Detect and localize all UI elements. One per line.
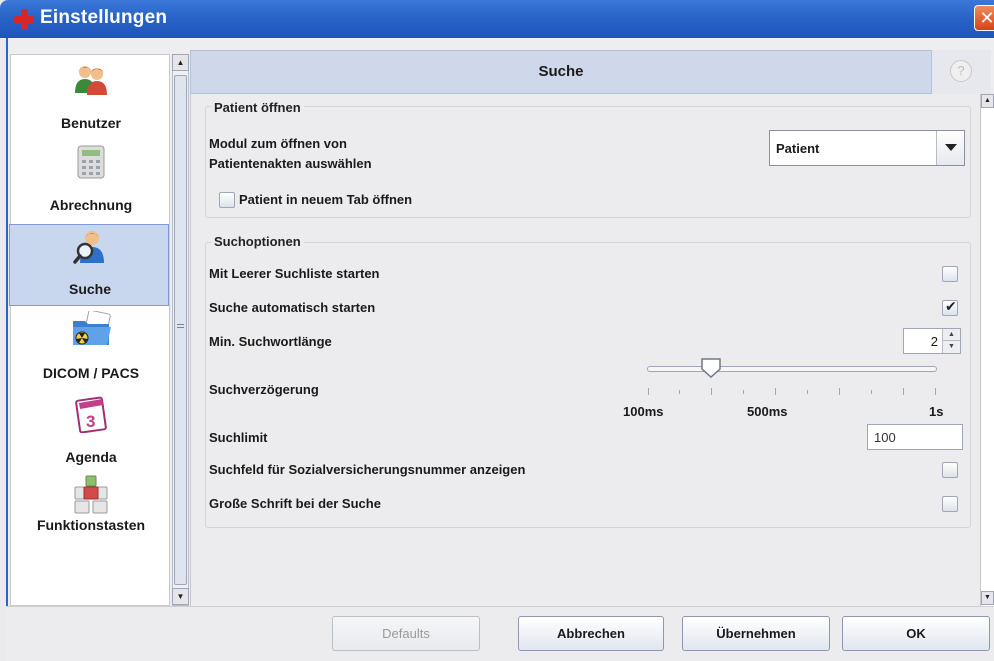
limit-input[interactable] bbox=[867, 424, 963, 450]
nav-scrollbar[interactable]: ▲ ▼ bbox=[172, 54, 189, 606]
settings-nav: Benutzer Abrechnung Suche DICOM / PACS 3… bbox=[9, 54, 171, 606]
settings-window: Einstellungen ✕ Benutzer Abrechnung Such… bbox=[0, 0, 994, 661]
search-options-group-title: Suchoptionen bbox=[211, 234, 304, 249]
nav-item-benutzer[interactable]: Benutzer bbox=[11, 59, 171, 139]
slider-tick bbox=[871, 390, 872, 394]
limit-label: Suchlimit bbox=[209, 430, 268, 445]
nav-item-label: DICOM / PACS bbox=[42, 365, 140, 381]
slider-tick bbox=[648, 388, 649, 395]
slider-tick-label: 100ms bbox=[623, 404, 664, 419]
patient-open-group-title: Patient öffnen bbox=[211, 100, 304, 115]
close-button[interactable]: ✕ bbox=[974, 5, 994, 31]
dicom-folder-icon bbox=[73, 311, 111, 345]
delay-label: Suchverzögerung bbox=[209, 382, 319, 397]
slider-tick bbox=[807, 390, 808, 394]
slider-tick bbox=[935, 388, 936, 395]
ssn-field-checkbox[interactable] bbox=[942, 462, 958, 478]
delay-slider-track[interactable] bbox=[647, 366, 937, 372]
auto-start-label: Suche automatisch starten bbox=[209, 300, 376, 315]
module-label-line2: Patientenakten auswählen bbox=[209, 156, 372, 171]
slider-tick bbox=[839, 388, 840, 395]
nav-item-abrechnung[interactable]: Abrechnung bbox=[11, 141, 171, 223]
slider-tick bbox=[903, 388, 904, 395]
scroll-up-arrow-icon[interactable]: ▲ bbox=[172, 54, 189, 71]
scroll-down-arrow-icon[interactable]: ▼ bbox=[172, 588, 189, 605]
nav-item-label: Agenda bbox=[65, 449, 117, 465]
empty-list-checkbox[interactable] bbox=[942, 266, 958, 282]
nav-item-suche[interactable]: Suche bbox=[9, 224, 169, 306]
ok-button[interactable]: OK bbox=[842, 616, 990, 651]
section-header: Suche ? bbox=[190, 50, 991, 94]
chevron-down-icon[interactable] bbox=[936, 131, 964, 165]
nav-item-label: Funktionstasten bbox=[36, 517, 146, 533]
help-button[interactable]: ? bbox=[931, 50, 991, 94]
nav-item-agenda[interactable]: 3 Agenda bbox=[11, 391, 171, 473]
min-length-spinner[interactable]: 2 ▲ ▼ bbox=[903, 328, 961, 354]
spinner-down-icon[interactable]: ▼ bbox=[942, 341, 960, 353]
content-scrollbar[interactable]: ▲ ▼ bbox=[980, 94, 994, 606]
red-cross-icon bbox=[14, 9, 34, 29]
calendar-icon: 3 bbox=[75, 396, 107, 433]
scroll-down-arrow-icon[interactable]: ▼ bbox=[981, 591, 994, 605]
window-title: Einstellungen bbox=[40, 7, 168, 28]
nav-item-label: Suche bbox=[68, 281, 111, 297]
defaults-button[interactable]: Defaults bbox=[332, 616, 480, 651]
function-keys-icon bbox=[74, 475, 108, 514]
module-label-line1: Modul zum öffnen von bbox=[209, 136, 347, 151]
svg-text:3: 3 bbox=[86, 412, 95, 431]
new-tab-label: Patient in neuem Tab öffnen bbox=[239, 192, 413, 207]
large-font-checkbox[interactable] bbox=[942, 496, 958, 512]
delay-slider-thumb[interactable] bbox=[701, 358, 721, 378]
search-user-icon bbox=[73, 231, 104, 264]
section-title: Suche bbox=[538, 63, 584, 80]
min-length-value: 2 bbox=[930, 334, 938, 349]
scroll-thumb[interactable] bbox=[174, 75, 187, 585]
nav-item-funktionstasten[interactable]: Funktionstasten bbox=[11, 475, 171, 555]
large-font-label: Große Schrift bei der Suche bbox=[209, 496, 381, 511]
module-select-value: Patient bbox=[776, 141, 820, 156]
auto-start-checkbox[interactable]: ✔ bbox=[942, 298, 958, 316]
cancel-button[interactable]: Abbrechen bbox=[518, 616, 664, 651]
min-length-label: Min. Suchwortlänge bbox=[209, 334, 332, 349]
new-tab-checkbox[interactable] bbox=[219, 192, 235, 208]
users-icon bbox=[75, 66, 107, 95]
slider-tick-label: 1s bbox=[929, 404, 944, 419]
limit-input-field[interactable] bbox=[868, 425, 962, 449]
slider-tick bbox=[711, 388, 712, 395]
title-bar: Einstellungen ✕ bbox=[0, 0, 994, 38]
empty-list-label: Mit Leerer Suchliste starten bbox=[209, 266, 380, 281]
slider-tick bbox=[743, 390, 744, 394]
spinner-up-icon[interactable]: ▲ bbox=[942, 329, 960, 341]
settings-content: Patient öffnen Modul zum öffnen von Pati… bbox=[190, 94, 980, 606]
slider-tick bbox=[775, 388, 776, 395]
search-options-group bbox=[205, 242, 971, 528]
checkmark-icon: ✔ bbox=[945, 298, 957, 314]
module-select[interactable]: Patient bbox=[769, 130, 965, 166]
calculator-icon bbox=[77, 145, 105, 179]
nav-item-dicom-pacs[interactable]: DICOM / PACS bbox=[11, 309, 171, 389]
scroll-up-arrow-icon[interactable]: ▲ bbox=[981, 94, 994, 108]
nav-item-label: Abrechnung bbox=[49, 197, 133, 213]
ssn-field-label: Suchfeld für Sozialversicherungsnummer a… bbox=[209, 462, 526, 477]
help-icon: ? bbox=[950, 60, 972, 82]
slider-tick-label: 500ms bbox=[747, 404, 788, 419]
nav-item-label: Benutzer bbox=[61, 115, 121, 131]
slider-tick bbox=[679, 390, 680, 394]
apply-button[interactable]: Übernehmen bbox=[682, 616, 830, 651]
